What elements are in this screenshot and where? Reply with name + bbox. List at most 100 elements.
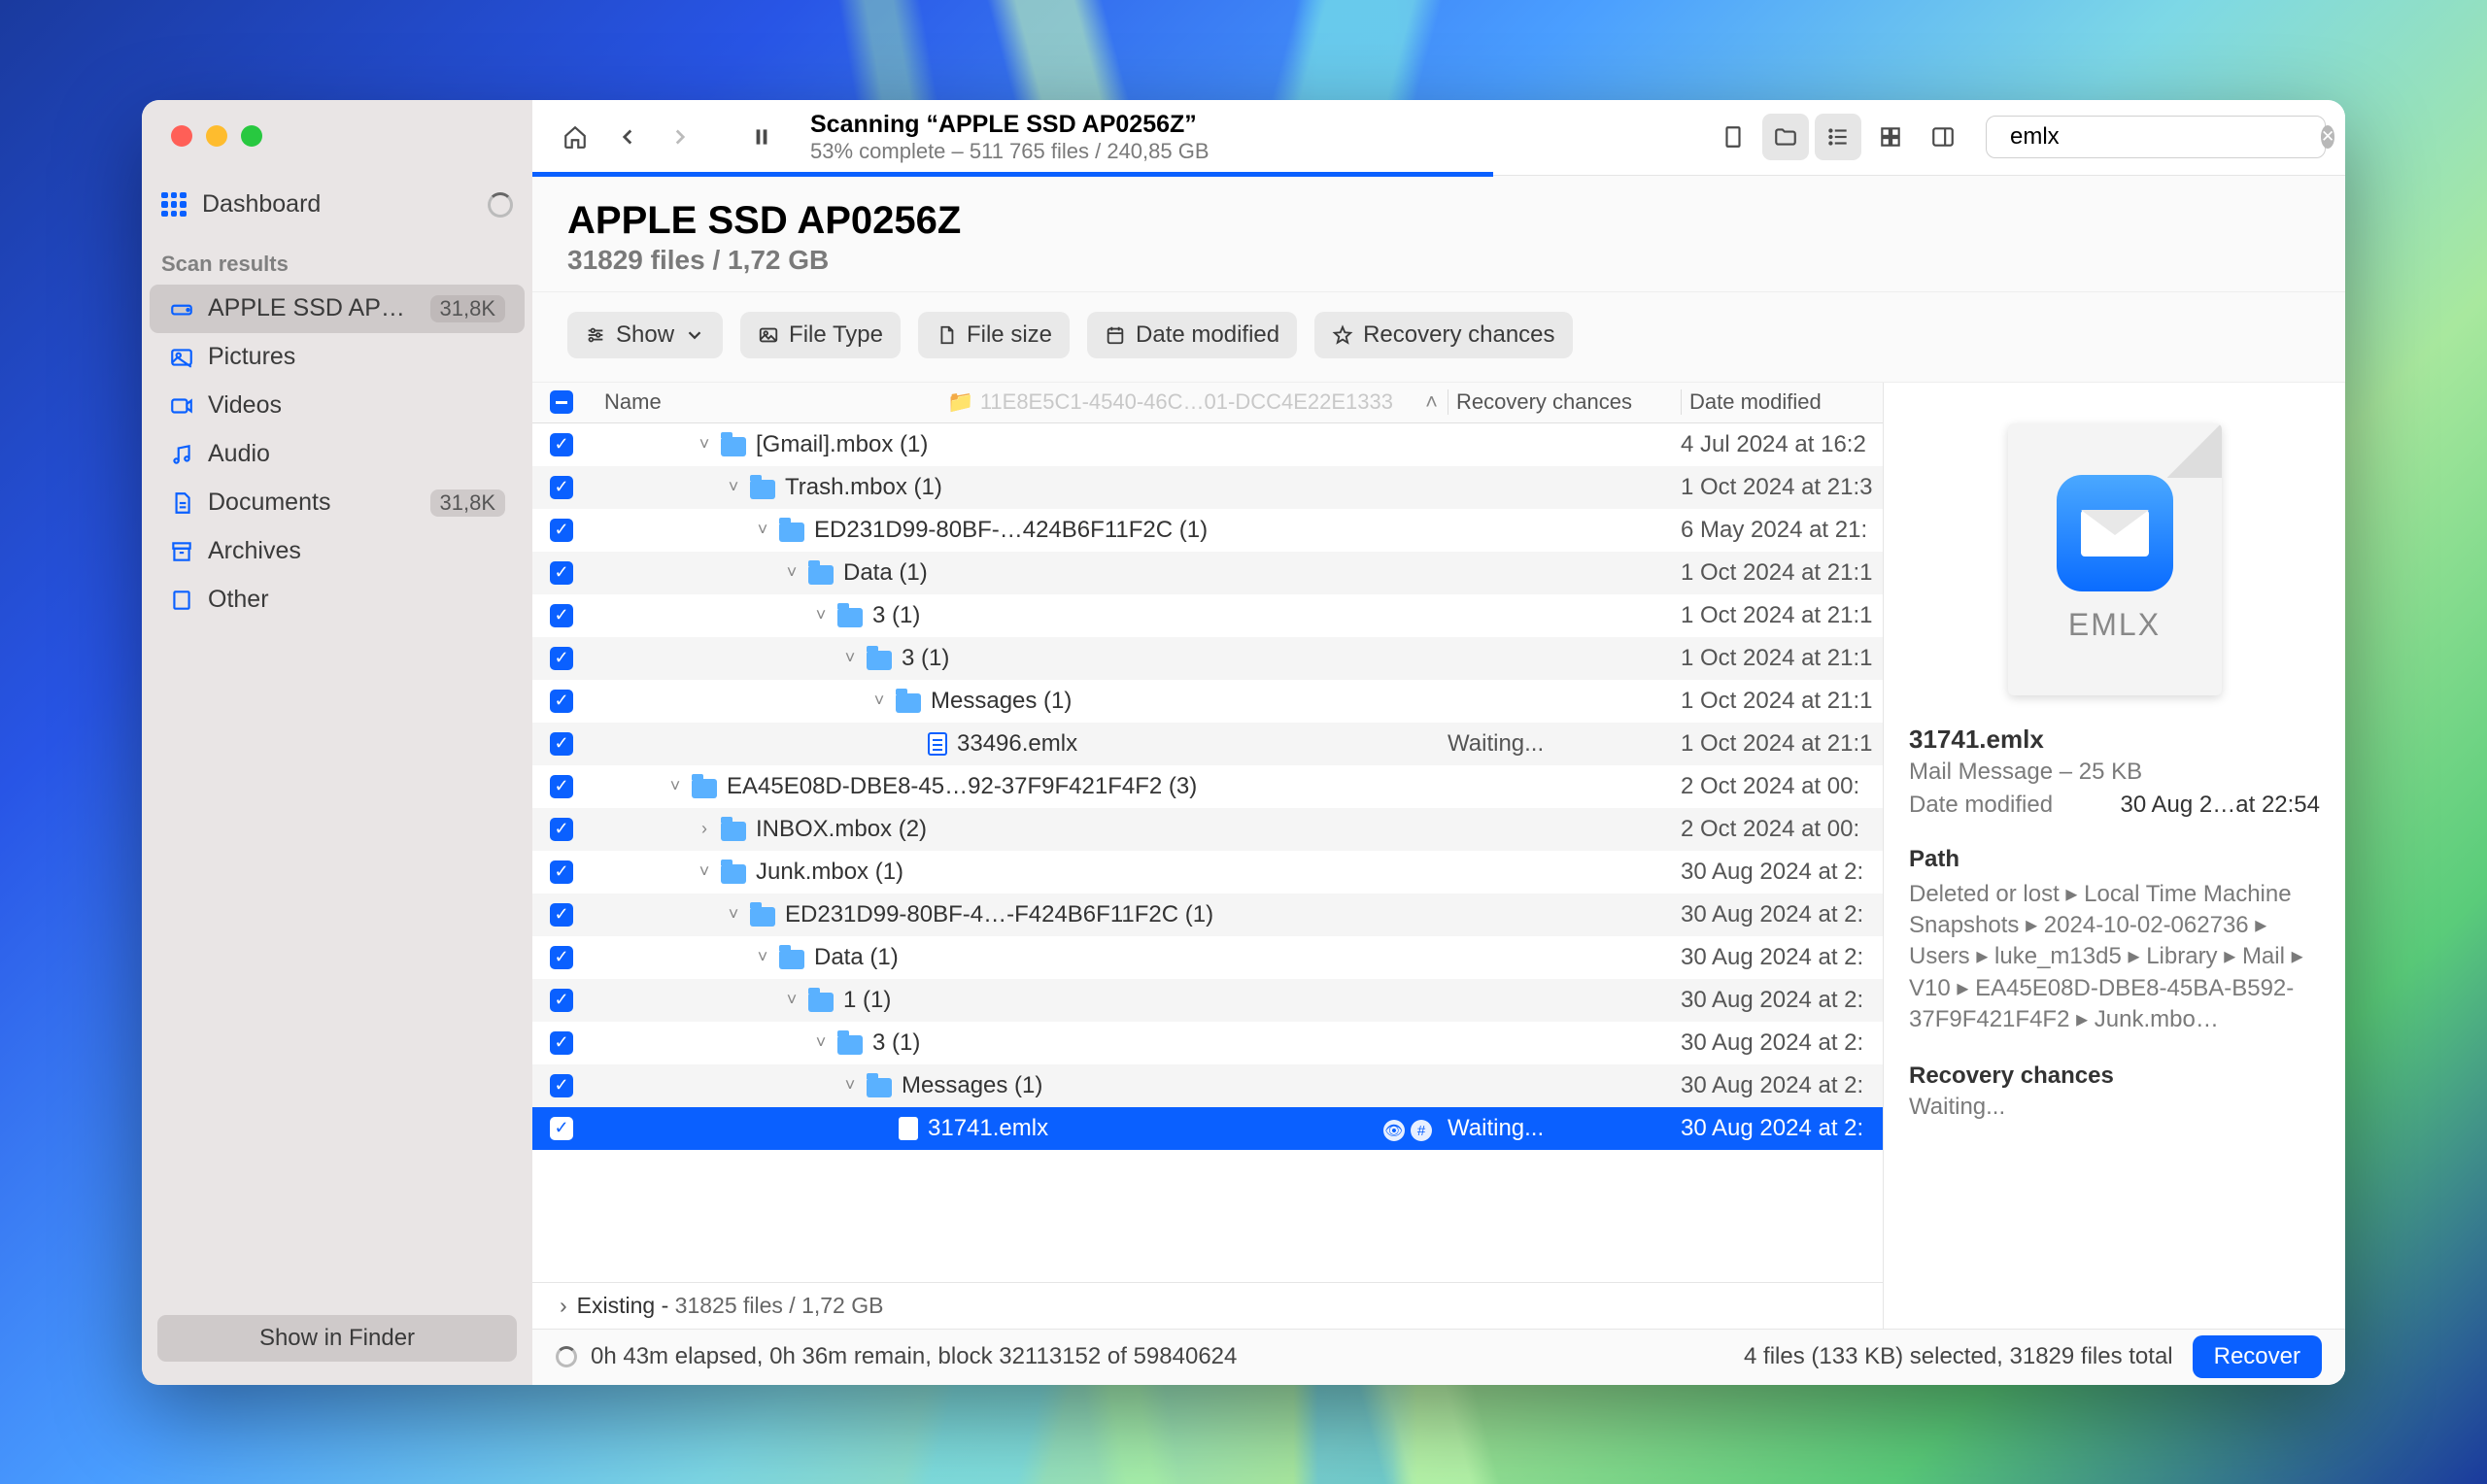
column-recovery[interactable]: Recovery chances bbox=[1448, 389, 1681, 415]
row-checkbox[interactable]: ✓ bbox=[550, 476, 573, 499]
disclosure-icon[interactable]: ˅ bbox=[668, 776, 682, 796]
file-icon bbox=[928, 732, 947, 756]
file-size-filter-button[interactable]: File size bbox=[918, 312, 1070, 358]
row-name: Data (1) bbox=[843, 559, 928, 587]
folder-row[interactable]: ✓˅Data (1)1 Oct 2024 at 21:1 bbox=[532, 552, 1883, 594]
row-name: 3 (1) bbox=[872, 1029, 920, 1057]
folder-row[interactable]: ✓›INBOX.mbox (2)2 Oct 2024 at 00: bbox=[532, 808, 1883, 851]
folder-icon bbox=[837, 1035, 863, 1055]
row-checkbox[interactable]: ✓ bbox=[550, 860, 573, 884]
zoom-window-icon[interactable] bbox=[241, 125, 262, 147]
file-row[interactable]: ✓33496.emlxWaiting...1 Oct 2024 at 21:1 bbox=[532, 723, 1883, 765]
folder-icon bbox=[867, 1078, 892, 1097]
sidebar-item-videos[interactable]: Videos bbox=[150, 382, 525, 430]
close-window-icon[interactable] bbox=[171, 125, 192, 147]
folder-row[interactable]: ✓˅Messages (1)1 Oct 2024 at 21:1 bbox=[532, 680, 1883, 723]
view-folder-button[interactable] bbox=[1762, 114, 1809, 160]
disclosure-icon[interactable]: ˅ bbox=[756, 520, 769, 540]
date-modified-filter-button[interactable]: Date modified bbox=[1087, 312, 1297, 358]
folder-row[interactable]: ✓˅EA45E08D-DBE8-45…92-37F9F421F4F2 (3)2 … bbox=[532, 765, 1883, 808]
sidebar-item-audio[interactable]: Audio bbox=[150, 430, 525, 479]
back-button[interactable] bbox=[604, 114, 651, 160]
show-filter-button[interactable]: Show bbox=[567, 312, 723, 358]
sidebar-item-documents[interactable]: Documents31,8K bbox=[150, 479, 525, 527]
disclosure-icon[interactable]: ˅ bbox=[785, 562, 799, 583]
folder-row[interactable]: ✓˅[Gmail].mbox (1)4 Jul 2024 at 16:2 bbox=[532, 423, 1883, 466]
disclosure-icon[interactable]: ˅ bbox=[698, 861, 711, 882]
dashboard-link[interactable]: Dashboard bbox=[161, 190, 321, 219]
preview-date-value: 30 Aug 2…at 22:54 bbox=[2121, 792, 2321, 819]
toggle-preview-button[interactable] bbox=[1920, 114, 1966, 160]
view-doc-button[interactable] bbox=[1710, 114, 1756, 160]
view-grid-button[interactable] bbox=[1867, 114, 1914, 160]
disclosure-icon[interactable]: › bbox=[698, 819, 711, 839]
folder-icon bbox=[721, 437, 746, 456]
select-all-checkbox[interactable] bbox=[550, 390, 573, 414]
folder-row[interactable]: ✓˅1 (1)30 Aug 2024 at 2: bbox=[532, 979, 1883, 1022]
sidebar-item-apple-ssd-ap02-[interactable]: APPLE SSD AP02…31,8K bbox=[150, 285, 525, 333]
row-name: Messages (1) bbox=[931, 688, 1072, 715]
row-checkbox[interactable]: ✓ bbox=[550, 690, 573, 713]
eye-icon[interactable]: 👁 bbox=[1383, 1120, 1405, 1141]
clear-search-icon[interactable]: ✕ bbox=[2321, 125, 2334, 149]
scan-title: Scanning “APPLE SSD AP0256Z” bbox=[810, 111, 1209, 139]
row-checkbox[interactable]: ✓ bbox=[550, 732, 573, 756]
minimize-window-icon[interactable] bbox=[206, 125, 227, 147]
folder-row[interactable]: ✓˅Messages (1)30 Aug 2024 at 2: bbox=[532, 1064, 1883, 1107]
column-date[interactable]: Date modified bbox=[1681, 389, 1883, 415]
row-checkbox[interactable]: ✓ bbox=[550, 1117, 573, 1140]
folder-row[interactable]: ✓˅Data (1)30 Aug 2024 at 2: bbox=[532, 936, 1883, 979]
sidebar-item-label: Videos bbox=[208, 391, 505, 420]
sidebar: Dashboard Scan results APPLE SSD AP02…31… bbox=[142, 100, 532, 1385]
row-checkbox[interactable]: ✓ bbox=[550, 946, 573, 969]
recovery-filter-button[interactable]: Recovery chances bbox=[1314, 312, 1572, 358]
disclosure-icon[interactable]: ˅ bbox=[756, 947, 769, 967]
row-checkbox[interactable]: ✓ bbox=[550, 519, 573, 542]
disclosure-icon[interactable]: ˅ bbox=[698, 434, 711, 455]
sidebar-item-pictures[interactable]: Pictures bbox=[150, 333, 525, 382]
sidebar-item-other[interactable]: Other bbox=[150, 576, 525, 624]
view-list-button[interactable] bbox=[1815, 114, 1861, 160]
disclosure-icon[interactable]: ˅ bbox=[814, 1032, 828, 1053]
folder-icon bbox=[750, 907, 775, 927]
show-in-finder-button[interactable]: Show in Finder bbox=[157, 1315, 517, 1362]
folder-row[interactable]: ✓˅Trash.mbox (1)1 Oct 2024 at 21:3 bbox=[532, 466, 1883, 509]
file-row[interactable]: ✓31741.emlx👁#Waiting...30 Aug 2024 at 2: bbox=[532, 1107, 1883, 1150]
folder-row[interactable]: ✓˅ED231D99-80BF-4…-F424B6F11F2C (1)30 Au… bbox=[532, 894, 1883, 936]
spinner-icon bbox=[556, 1346, 577, 1367]
row-checkbox[interactable]: ✓ bbox=[550, 561, 573, 585]
sidebar-item-archives[interactable]: Archives bbox=[150, 527, 525, 576]
home-button[interactable] bbox=[552, 114, 598, 160]
folder-row[interactable]: ✓˅3 (1)30 Aug 2024 at 2: bbox=[532, 1022, 1883, 1064]
row-checkbox[interactable]: ✓ bbox=[550, 604, 573, 627]
hash-icon[interactable]: # bbox=[1411, 1120, 1432, 1141]
disclosure-icon[interactable]: ˅ bbox=[727, 904, 740, 925]
row-checkbox[interactable]: ✓ bbox=[550, 989, 573, 1012]
disclosure-icon[interactable]: ˅ bbox=[843, 648, 857, 668]
row-checkbox[interactable]: ✓ bbox=[550, 433, 573, 456]
folder-row[interactable]: ✓˅3 (1)1 Oct 2024 at 21:1 bbox=[532, 637, 1883, 680]
column-name[interactable]: Name 📁 11E8E5C1-4540-46C…01-DCC4E22E1333… bbox=[591, 389, 1448, 415]
disclosure-icon[interactable]: ˅ bbox=[785, 990, 799, 1010]
disclosure-icon[interactable]: ˅ bbox=[872, 691, 886, 711]
file-type-filter-button[interactable]: File Type bbox=[740, 312, 901, 358]
row-checkbox[interactable]: ✓ bbox=[550, 775, 573, 798]
disclosure-icon[interactable]: ˅ bbox=[843, 1075, 857, 1096]
folder-row[interactable]: ✓˅3 (1)1 Oct 2024 at 21:1 bbox=[532, 594, 1883, 637]
row-checkbox[interactable]: ✓ bbox=[550, 1031, 573, 1055]
existing-row[interactable]: › Existing - 31825 files / 1,72 GB bbox=[532, 1282, 1883, 1329]
disclosure-icon[interactable]: ˅ bbox=[727, 477, 740, 497]
pause-button[interactable] bbox=[738, 114, 785, 160]
disclosure-icon[interactable]: ˅ bbox=[814, 605, 828, 625]
forward-button[interactable] bbox=[657, 114, 703, 160]
recover-button[interactable]: Recover bbox=[2193, 1335, 2322, 1378]
row-checkbox[interactable]: ✓ bbox=[550, 818, 573, 841]
row-checkbox[interactable]: ✓ bbox=[550, 1074, 573, 1097]
folder-row[interactable]: ✓˅ED231D99-80BF-…424B6F11F2C (1)6 May 20… bbox=[532, 509, 1883, 552]
row-date: 2 Oct 2024 at 00: bbox=[1681, 773, 1883, 800]
search-field[interactable]: ✕ bbox=[1986, 116, 2326, 158]
folder-row[interactable]: ✓˅Junk.mbox (1)30 Aug 2024 at 2: bbox=[532, 851, 1883, 894]
row-checkbox[interactable]: ✓ bbox=[550, 903, 573, 927]
search-input[interactable] bbox=[2010, 123, 2311, 151]
row-checkbox[interactable]: ✓ bbox=[550, 647, 573, 670]
